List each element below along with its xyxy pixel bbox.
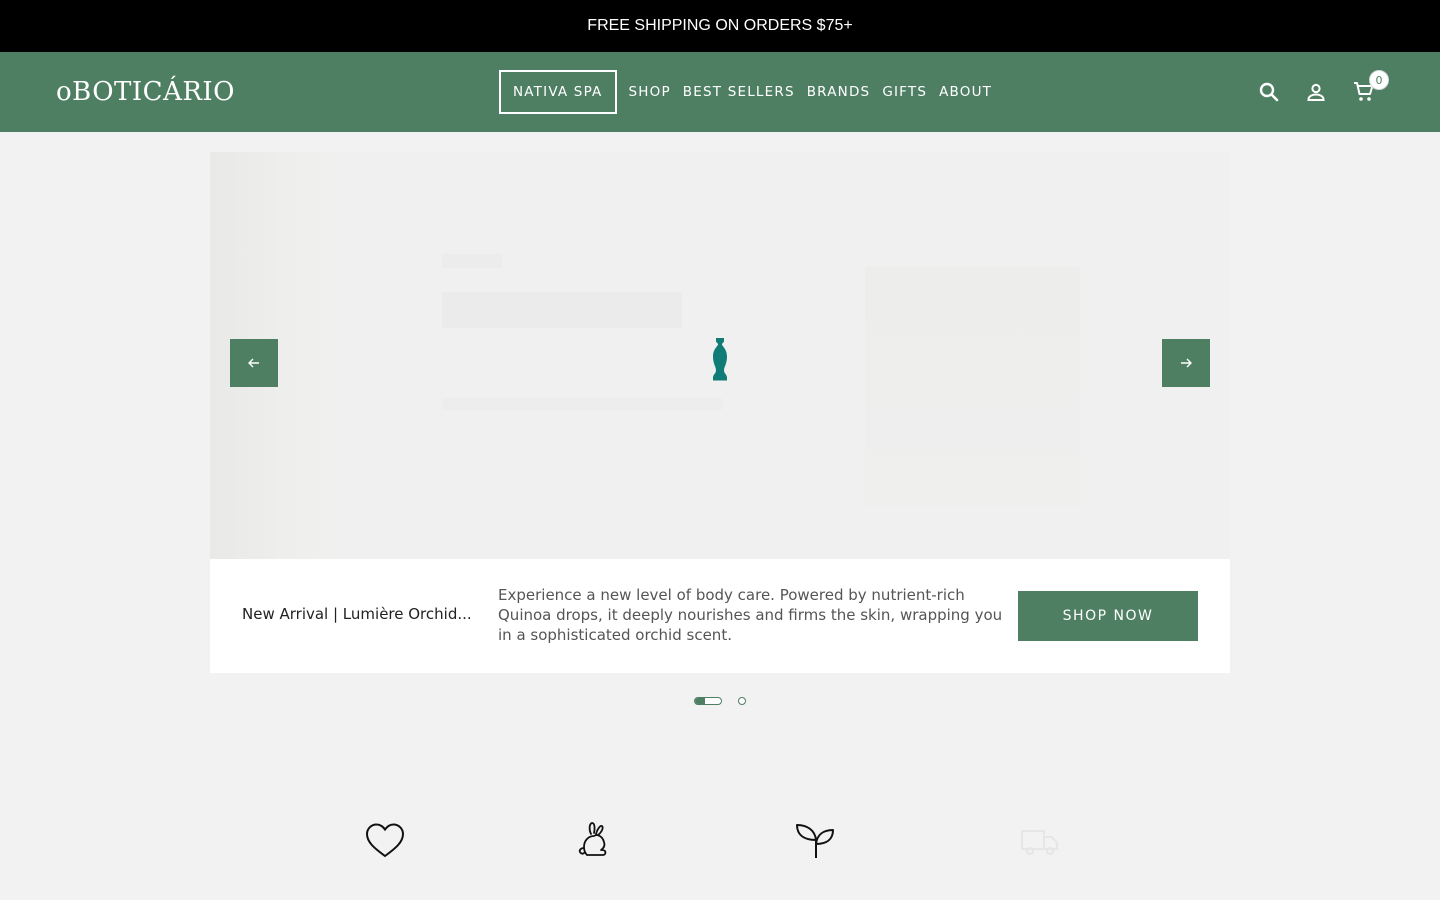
nav-item-best-sellers[interactable]: BEST SELLERS	[683, 70, 795, 114]
slide-title: New Arrival | Lumière Orchid...	[242, 605, 472, 623]
hero-faded-text	[442, 254, 502, 268]
sprout-icon	[796, 824, 834, 858]
rabbit-icon	[578, 822, 607, 856]
hero-carousel	[210, 152, 1230, 559]
cart-count-badge: 0	[1369, 70, 1389, 90]
slide-caption: New Arrival | Lumière Orchid... Experien…	[210, 559, 1230, 673]
brand-logo[interactable]: oBOTICÁRIO	[56, 76, 235, 108]
nav-item-gifts[interactable]: GIFTS	[882, 70, 927, 114]
slide-description: Experience a new level of body care. Pow…	[498, 586, 1003, 644]
hero-faded-text	[442, 292, 682, 328]
heart-icon	[365, 823, 405, 858]
search-icon[interactable]	[1257, 80, 1281, 104]
carousel-dot[interactable]	[738, 697, 746, 705]
arrow-left-icon	[248, 358, 259, 368]
announcement-bar: FREE SHIPPING ON ORDERS $75+	[0, 0, 1440, 52]
hero-faded-text	[442, 398, 722, 410]
nav-item-brands[interactable]: BRANDS	[807, 70, 871, 114]
carousel-prev-button[interactable]	[230, 339, 278, 387]
site-header: oBOTICÁRIO NATIVA SPA SHOP BEST SELLERS …	[0, 52, 1440, 132]
carousel-next-button[interactable]	[1162, 339, 1210, 387]
hero-background-decor	[865, 267, 1080, 507]
account-icon[interactable]	[1304, 80, 1328, 104]
nav-item-about[interactable]: ABOUT	[939, 70, 992, 114]
truck-icon	[1021, 830, 1058, 855]
main-nav: NATIVA SPA SHOP BEST SELLERS BRANDS GIFT…	[499, 70, 1004, 114]
nav-item-shop[interactable]: SHOP	[629, 70, 671, 114]
arrow-right-icon	[1181, 358, 1192, 368]
vase-loader-icon	[713, 338, 727, 381]
nav-item-nativa-spa[interactable]: NATIVA SPA	[499, 70, 617, 114]
shop-now-button[interactable]: SHOP NOW	[1018, 591, 1198, 641]
carousel-dot-active[interactable]	[694, 697, 722, 705]
announcement-text: FREE SHIPPING ON ORDERS $75+	[587, 17, 853, 34]
